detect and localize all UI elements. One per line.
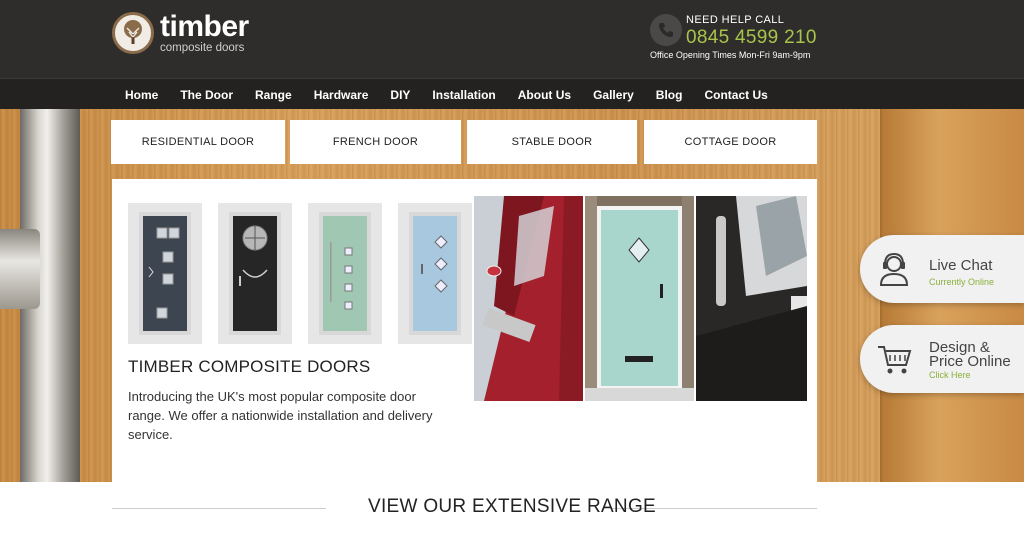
main-nav: Home The Door Range Hardware DIY Install…: [0, 78, 1024, 109]
range-section: VIEW OUR EXTENSIVE RANGE: [0, 482, 1024, 536]
headset-icon: [876, 251, 912, 287]
door-thumbnail[interactable]: [218, 203, 292, 344]
live-chat-title: Live Chat: [929, 257, 993, 274]
nav-item-about-us[interactable]: About Us: [507, 88, 582, 102]
phone-number[interactable]: 0845 4599 210: [686, 27, 817, 49]
intro-text: Introducing the UK's most popular compos…: [128, 389, 433, 442]
nav-item-diy[interactable]: DIY: [379, 88, 421, 102]
live-chat-status: Currently Online: [929, 277, 995, 287]
logo-name: timber: [160, 10, 249, 43]
logo-tagline: composite doors: [160, 42, 245, 54]
door-photos: [474, 196, 807, 401]
nav-item-blog[interactable]: Blog: [645, 88, 694, 102]
design-click-here[interactable]: Click Here: [929, 370, 971, 380]
help-label: NEED HELP CALL: [686, 14, 785, 26]
intro-panel: TIMBER COMPOSITE DOORS Introducing the U…: [112, 179, 817, 482]
cart-icon: [876, 341, 912, 377]
red-door-photo: [474, 196, 583, 401]
door-thumbnail[interactable]: [308, 203, 382, 344]
site-header: timber composite doors NEED HELP CALL 08…: [0, 0, 1024, 78]
phone-icon: [650, 14, 682, 46]
nav-item-contact-us[interactable]: Contact Us: [693, 88, 778, 102]
design-title-line-2: Price Online: [929, 353, 1011, 370]
residential-door-button[interactable]: RESIDENTIAL DOOR: [111, 120, 285, 164]
nav-item-gallery[interactable]: Gallery: [582, 88, 645, 102]
mint-door-photo: [585, 196, 694, 401]
door-thumbnails: [128, 203, 488, 344]
handle-bar-image: [0, 229, 40, 309]
site-logo[interactable]: timber composite doors: [112, 12, 249, 55]
opening-hours: Office Opening Times Mon-Fri 9am-9pm: [650, 50, 811, 60]
nav-item-range[interactable]: Range: [244, 88, 303, 102]
nav-item-installation[interactable]: Installation: [421, 88, 506, 102]
nav-item-hardware[interactable]: Hardware: [303, 88, 380, 102]
stable-door-button[interactable]: STABLE DOOR: [467, 120, 637, 164]
nav-item-the-door[interactable]: The Door: [169, 88, 244, 102]
nav-item-home[interactable]: Home: [113, 88, 169, 102]
intro-title: TIMBER COMPOSITE DOORS: [128, 357, 371, 376]
live-chat-tab[interactable]: Live Chat Currently Online: [860, 235, 1024, 303]
black-door-photo: [696, 196, 807, 401]
cottage-door-button[interactable]: COTTAGE DOOR: [644, 120, 817, 164]
door-thumbnail[interactable]: [128, 203, 202, 344]
range-heading: VIEW OUR EXTENSIVE RANGE: [367, 496, 657, 517]
french-door-button[interactable]: FRENCH DOOR: [290, 120, 461, 164]
tree-logo-icon: [112, 12, 154, 55]
door-thumbnail[interactable]: [398, 203, 472, 344]
design-price-tab[interactable]: Design & Price Online Click Here: [860, 325, 1024, 393]
